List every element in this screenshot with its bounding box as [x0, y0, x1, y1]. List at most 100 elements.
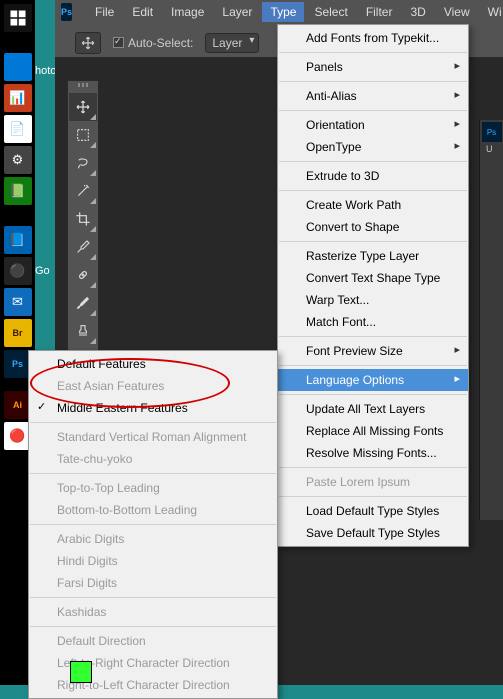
menu-item-label: Farsi Digits [57, 576, 117, 590]
taskbar-bridge-icon[interactable]: Br [4, 319, 32, 347]
taskbar-app-4[interactable]: ⚙ [4, 146, 32, 174]
menu-item-save-default-type-styles[interactable]: Save Default Type Styles [278, 522, 468, 544]
menu-item-tate-chu-yoko: Tate-chu-yoko [29, 448, 277, 470]
menu-item-convert-text-shape-type[interactable]: Convert Text Shape Type [278, 267, 468, 289]
menu-item-label: Paste Lorem Ipsum [306, 475, 410, 489]
menu-item-update-all-text-layers[interactable]: Update All Text Layers [278, 398, 468, 420]
menu-item-label: Extrude to 3D [306, 169, 379, 183]
panel-label: U [480, 144, 503, 154]
menu-item-font-preview-size[interactable]: Font Preview Size [278, 340, 468, 362]
menu-separator [279, 394, 467, 395]
menu-item-label: Replace All Missing Fonts [306, 424, 443, 438]
menu-item-replace-all-missing-fonts[interactable]: Replace All Missing Fonts [278, 420, 468, 442]
menu-item-arabic-digits: Arabic Digits [29, 528, 277, 550]
taskbar-app-3[interactable]: 📄 [4, 115, 32, 143]
menu-item-label: Middle Eastern Features [57, 401, 188, 415]
tool-heal[interactable] [69, 261, 97, 289]
menu-item-create-work-path[interactable]: Create Work Path [278, 194, 468, 216]
color-swatch[interactable] [70, 661, 92, 683]
menu-view[interactable]: View [436, 2, 478, 22]
menu-item-default-direction: Default Direction [29, 630, 277, 652]
titlebar: Ps FileEditImageLayerTypeSelectFilter3DV… [55, 0, 503, 24]
menu-wi[interactable]: Wi [480, 2, 503, 22]
menu-item-label: Hindi Digits [57, 554, 118, 568]
menu-item-kashidas: Kashidas [29, 601, 277, 623]
menu-item-label: Orientation [306, 118, 365, 132]
taskbar-app-2[interactable]: 📊 [4, 84, 32, 112]
menu-item-label: Resolve Missing Fonts... [306, 446, 437, 460]
menu-item-right-to-left-character-direction: Right-to-Left Character Direction [29, 674, 277, 696]
taskbar-app-8[interactable]: ✉ [4, 288, 32, 316]
menu-item-hindi-digits: Hindi Digits [29, 550, 277, 572]
panel-grip[interactable] [68, 83, 98, 91]
menu-edit[interactable]: Edit [124, 2, 161, 22]
menu-item-paste-lorem-ipsum: Paste Lorem Ipsum [278, 471, 468, 493]
tool-wand[interactable] [69, 177, 97, 205]
move-tool-indicator[interactable] [75, 32, 101, 54]
taskbar-app-7[interactable]: ⚫ [4, 257, 32, 285]
taskbar-app-5[interactable]: 📗 [4, 177, 32, 205]
menu-item-label: Rasterize Type Layer [306, 249, 419, 263]
panel-icon[interactable]: Ps [482, 122, 502, 142]
menu-separator [279, 161, 467, 162]
menu-item-add-fonts-from-typekit[interactable]: Add Fonts from Typekit... [278, 27, 468, 49]
auto-select-checkbox[interactable]: Auto-Select: [113, 36, 193, 50]
menu-item-convert-to-shape[interactable]: Convert to Shape [278, 216, 468, 238]
tool-marquee[interactable] [69, 121, 97, 149]
menu-item-label: Save Default Type Styles [306, 526, 440, 540]
taskbar-app-1[interactable] [4, 53, 32, 81]
menu-separator [279, 52, 467, 53]
menu-file[interactable]: File [87, 2, 122, 22]
start-button[interactable] [4, 4, 32, 32]
auto-select-label: Auto-Select: [128, 36, 193, 50]
menu-separator [30, 524, 276, 525]
type-menu: Add Fonts from Typekit... Panels Anti-Alia… [277, 24, 469, 547]
menu-type[interactable]: Type [262, 2, 304, 22]
menu-item-label: Convert Text Shape Type [306, 271, 440, 285]
menu-item-standard-vertical-roman-alignment: Standard Vertical Roman Alignment [29, 426, 277, 448]
menu-image[interactable]: Image [163, 2, 212, 22]
menu-separator [279, 365, 467, 366]
language-options-menu: Default FeaturesEast Asian Features✓Midd… [28, 350, 278, 699]
menu-item-extrude-to-3d[interactable]: Extrude to 3D [278, 165, 468, 187]
menu-item-rasterize-type-layer[interactable]: Rasterize Type Layer [278, 245, 468, 267]
menu-item-resolve-missing-fonts[interactable]: Resolve Missing Fonts... [278, 442, 468, 464]
tool-lasso[interactable] [69, 149, 97, 177]
menu-layer[interactable]: Layer [214, 2, 260, 22]
menu-item-language-options[interactable]: Language Options [278, 369, 468, 391]
menu-item-panels[interactable]: Panels [278, 56, 468, 78]
menu-item-label: Font Preview Size [306, 344, 403, 358]
menu-item-bottom-to-bottom-leading: Bottom-to-Bottom Leading [29, 499, 277, 521]
menu-item-farsi-digits: Farsi Digits [29, 572, 277, 594]
menu-item-middle-eastern-features[interactable]: ✓ Middle Eastern Features [29, 397, 277, 419]
taskbar-app-6[interactable]: 📘 [4, 226, 32, 254]
tool-move[interactable] [69, 93, 97, 121]
tool-stamp[interactable] [69, 317, 97, 345]
menu-item-label: Tate-chu-yoko [57, 452, 132, 466]
menu-separator [279, 241, 467, 242]
menu-item-orientation[interactable]: Orientation [278, 114, 468, 136]
tool-eyedropper[interactable] [69, 233, 97, 261]
menu-separator [279, 336, 467, 337]
menu-filter[interactable]: Filter [358, 2, 401, 22]
tool-brush[interactable] [69, 289, 97, 317]
menu-item-label: Create Work Path [306, 198, 401, 212]
menu-separator [279, 190, 467, 191]
menu-item-default-features[interactable]: Default Features [29, 353, 277, 375]
menu-separator [279, 496, 467, 497]
menu-item-anti-alias[interactable]: Anti-Alias [278, 85, 468, 107]
menubar: FileEditImageLayerTypeSelectFilter3DView… [87, 2, 503, 22]
menu-item-warp-text[interactable]: Warp Text... [278, 289, 468, 311]
check-icon: ✓ [37, 400, 46, 413]
menu-item-opentype[interactable]: OpenType [278, 136, 468, 158]
menu-separator [30, 422, 276, 423]
menu-select[interactable]: Select [306, 2, 355, 22]
menu-3d[interactable]: 3D [402, 2, 433, 22]
layer-select[interactable]: Layer [205, 33, 259, 53]
tool-crop[interactable] [69, 205, 97, 233]
menu-item-label: Default Direction [57, 634, 146, 648]
menu-item-match-font[interactable]: Match Font... [278, 311, 468, 333]
menu-item-load-default-type-styles[interactable]: Load Default Type Styles [278, 500, 468, 522]
menu-item-label: Update All Text Layers [306, 402, 425, 416]
app-logo: Ps [61, 3, 72, 21]
